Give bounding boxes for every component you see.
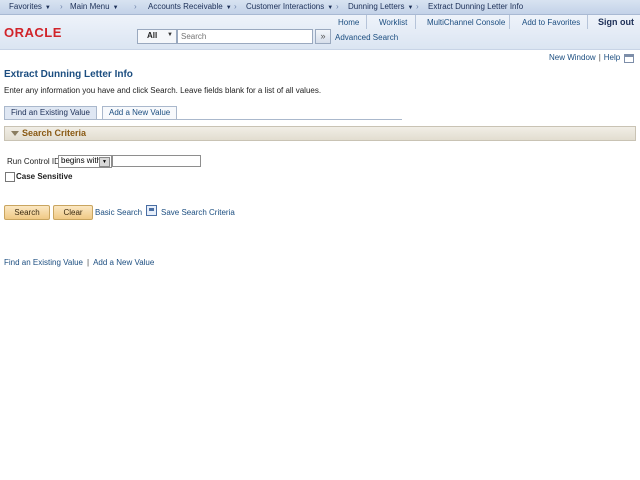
case-sensitive-label: Case Sensitive bbox=[16, 172, 73, 181]
chevron-down-icon: ▼ bbox=[112, 5, 119, 11]
breadcrumb-favorites[interactable]: Favorites ▼ bbox=[9, 2, 51, 11]
utility-separator: | bbox=[598, 53, 601, 62]
breadcrumb-customer-interactions-label: Customer Interactions bbox=[246, 2, 325, 11]
double-chevron-right-icon[interactable]: » bbox=[315, 29, 331, 44]
chevron-down-icon: ▼ bbox=[99, 157, 110, 167]
bottom-separator: | bbox=[87, 258, 90, 267]
breadcrumb-favorites-label: Favorites bbox=[9, 2, 42, 11]
advanced-search-link[interactable]: Advanced Search bbox=[335, 33, 398, 42]
breadcrumb-separator: › bbox=[134, 2, 137, 11]
worklist-link[interactable]: Worklist bbox=[379, 18, 407, 27]
breadcrumb-main-menu[interactable]: Main Menu ▼ bbox=[70, 2, 119, 11]
bottom-add-new-value-link[interactable]: Add a New Value bbox=[93, 258, 154, 267]
breadcrumb-main-menu-label: Main Menu bbox=[70, 2, 110, 11]
chevron-down-icon: ▼ bbox=[167, 32, 173, 38]
run-control-id-input[interactable] bbox=[112, 155, 201, 167]
breadcrumb-current: Extract Dunning Letter Info bbox=[428, 2, 524, 11]
breadcrumb-separator: › bbox=[416, 2, 419, 11]
search-criteria-title: Search Criteria bbox=[22, 128, 87, 138]
save-search-icon[interactable] bbox=[146, 205, 157, 216]
breadcrumb-separator: › bbox=[234, 2, 237, 11]
tab-underline bbox=[4, 119, 402, 120]
breadcrumb-dunning-letters[interactable]: Dunning Letters ▼ bbox=[348, 2, 413, 11]
utility-links: New Window | Help bbox=[549, 53, 620, 62]
header-divider bbox=[415, 15, 416, 29]
search-scope-value: All bbox=[147, 31, 158, 40]
chevron-down-icon: ▼ bbox=[407, 5, 414, 11]
page-instructions: Enter any information you have and click… bbox=[4, 86, 322, 95]
chevron-down-icon: ▼ bbox=[225, 5, 232, 11]
global-search-input[interactable] bbox=[177, 29, 313, 44]
clear-button[interactable]: Clear bbox=[53, 205, 93, 220]
add-to-favorites-link[interactable]: Add to Favorites bbox=[522, 18, 580, 27]
breadcrumb-customer-interactions[interactable]: Customer Interactions ▼ bbox=[246, 2, 333, 11]
breadcrumb-dunning-letters-label: Dunning Letters bbox=[348, 2, 405, 11]
breadcrumb-accounts-receivable[interactable]: Accounts Receivable ▼ bbox=[148, 2, 232, 11]
breadcrumb-separator: › bbox=[60, 2, 63, 11]
collapse-triangle-icon[interactable] bbox=[11, 131, 19, 136]
tab-find-existing-value[interactable]: Find an Existing Value bbox=[4, 106, 98, 119]
header-divider bbox=[587, 15, 588, 29]
tab-add-new-value[interactable]: Add a New Value bbox=[102, 106, 178, 119]
header-divider bbox=[509, 15, 510, 29]
page-title: Extract Dunning Letter Info bbox=[4, 69, 133, 80]
run-control-operator-select[interactable]: begins with ▼ bbox=[58, 155, 112, 168]
help-link[interactable]: Help bbox=[604, 53, 620, 62]
save-search-criteria-link[interactable]: Save Search Criteria bbox=[161, 208, 235, 217]
chevron-down-icon: ▼ bbox=[44, 5, 51, 11]
breadcrumb: Favorites ▼ › Main Menu ▼ › Accounts Recei… bbox=[0, 0, 640, 15]
header-divider bbox=[366, 15, 367, 29]
new-window-icon[interactable] bbox=[624, 54, 634, 63]
run-control-id-label: Run Control ID bbox=[7, 157, 60, 166]
new-window-link[interactable]: New Window bbox=[549, 53, 596, 62]
bottom-links: Find an Existing Value | Add a New Value bbox=[4, 258, 154, 267]
basic-search-link[interactable]: Basic Search bbox=[95, 208, 142, 217]
breadcrumb-separator: › bbox=[336, 2, 339, 11]
breadcrumb-accounts-receivable-label: Accounts Receivable bbox=[148, 2, 223, 11]
chevron-down-icon: ▼ bbox=[327, 5, 334, 11]
home-link[interactable]: Home bbox=[338, 18, 359, 27]
sign-out-link[interactable]: Sign out bbox=[598, 17, 634, 27]
header: ORACLE Home Worklist MultiChannel Consol… bbox=[0, 15, 640, 50]
search-button[interactable]: Search bbox=[4, 205, 50, 220]
case-sensitive-checkbox[interactable] bbox=[5, 172, 15, 182]
run-control-operator-value: begins with bbox=[61, 156, 102, 165]
bottom-find-existing-value-link[interactable]: Find an Existing Value bbox=[4, 258, 83, 267]
multichannel-console-link[interactable]: MultiChannel Console bbox=[427, 18, 505, 27]
search-scope-select[interactable]: All ▼ bbox=[137, 29, 177, 44]
search-criteria-header[interactable]: Search Criteria bbox=[4, 126, 636, 141]
oracle-logo: ORACLE bbox=[4, 25, 62, 40]
